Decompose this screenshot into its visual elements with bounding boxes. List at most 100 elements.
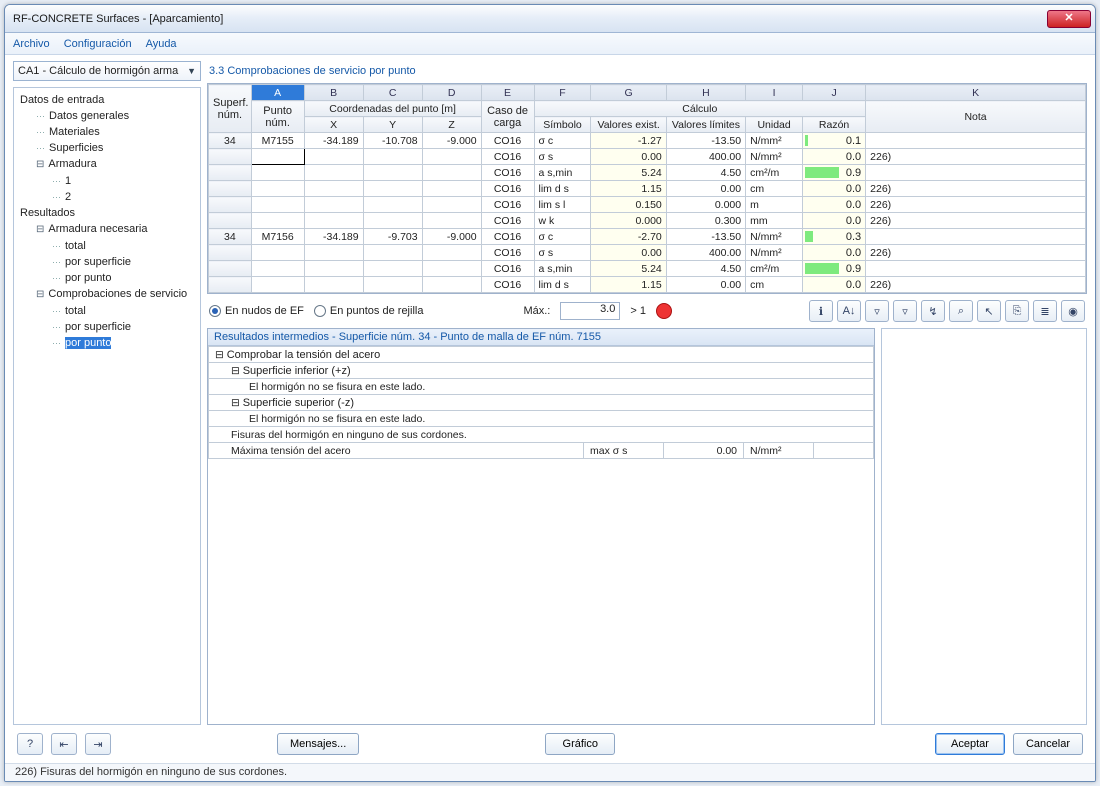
toolbar-icon-9[interactable]: ◉	[1061, 300, 1085, 322]
col-J[interactable]: J	[803, 85, 866, 101]
hdr-simbolo[interactable]: Símbolo	[534, 117, 591, 133]
intermediate-results[interactable]: Resultados intermedios - Superficie núm.…	[207, 328, 875, 725]
preview-pane	[881, 328, 1087, 725]
col-H[interactable]: H	[666, 85, 745, 101]
toolbar-icon-7[interactable]: ⎘	[1005, 300, 1029, 322]
error-icon	[656, 303, 672, 319]
col-K[interactable]: K	[866, 85, 1086, 101]
hdr-y[interactable]: Y	[363, 117, 422, 133]
tree-arm-total[interactable]: total	[16, 238, 198, 254]
toolbar-icon-5[interactable]: ⌕	[949, 300, 973, 322]
next-icon[interactable]: ⇥	[85, 733, 111, 755]
max-value[interactable]: 3.0	[560, 302, 620, 320]
col-A[interactable]: A	[251, 85, 304, 101]
table-row[interactable]: CO16σ s0.00400.00N/mm²0.0226)	[209, 245, 1086, 261]
tree-comp-total[interactable]: total	[16, 303, 198, 319]
max-label: Máx.:	[523, 305, 550, 317]
table-row[interactable]: CO16lim d s1.150.00cm0.0226)	[209, 181, 1086, 197]
toolbar-icon-4[interactable]: ↯	[921, 300, 945, 322]
table-row[interactable]: CO16lim s l0.1500.000m0.0226)	[209, 197, 1086, 213]
aceptar-button[interactable]: Aceptar	[935, 733, 1005, 755]
results-grid[interactable]: Superf. núm. A B C D E F G H I J K	[207, 83, 1087, 294]
toolbar-icon-3[interactable]: ▿	[893, 300, 917, 322]
panel-title: 3.3 Comprobaciones de servicio por punto	[207, 61, 1087, 81]
det-val: 0.00	[664, 443, 744, 459]
toolbar-icon-2[interactable]: ▿	[865, 300, 889, 322]
tree-armadura-1[interactable]: 1	[16, 173, 198, 189]
table-row[interactable]: CO16a s,min5.244.50cm²/m0.9	[209, 261, 1086, 277]
hdr-punto[interactable]: Punto núm.	[251, 101, 304, 133]
col-E[interactable]: E	[481, 85, 534, 101]
hdr-nota[interactable]: Nota	[866, 101, 1086, 133]
radio-ef-nodes[interactable]: En nudos de EF	[209, 305, 304, 317]
tree-entrada[interactable]: Datos de entrada	[16, 92, 198, 108]
table-row[interactable]: CO16lim d s1.150.00cm0.0226)	[209, 277, 1086, 293]
table-row[interactable]: 34M7156-34.189-9.703-9.000CO16σ c-2.70-1…	[209, 229, 1086, 245]
grid-controls: En nudos de EF En puntos de rejilla Máx.…	[207, 294, 1087, 328]
det-l2[interactable]: ⊟ Superficie inferior (+z)	[209, 363, 874, 379]
menu-configuracion[interactable]: Configuración	[64, 38, 132, 50]
intermediate-title: Resultados intermedios - Superficie núm.…	[208, 329, 874, 346]
tree-superficies[interactable]: Superficies	[16, 140, 198, 156]
col-D[interactable]: D	[422, 85, 481, 101]
hdr-coord[interactable]: Coordenadas del punto [m]	[304, 101, 481, 117]
help-icon[interactable]: ?	[17, 733, 43, 755]
det-l6: Fisuras del hormigón en ninguno de sus c…	[209, 427, 874, 443]
col-C[interactable]: C	[363, 85, 422, 101]
hdr-calc[interactable]: Cálculo	[534, 101, 866, 117]
col-B[interactable]: B	[304, 85, 363, 101]
prev-icon[interactable]: ⇤	[51, 733, 77, 755]
tree-armadura-2[interactable]: 2	[16, 189, 198, 205]
tree-generales[interactable]: Datos generales	[16, 108, 198, 124]
det-l7: Máxima tensión del acero	[209, 443, 584, 459]
hdr-exist[interactable]: Valores exist.	[591, 117, 666, 133]
hdr-lim[interactable]: Valores límites	[666, 117, 745, 133]
window-title: RF-CONCRETE Surfaces - [Aparcamiento]	[13, 13, 1047, 25]
toolbar-icon-1[interactable]: A↓	[837, 300, 861, 322]
tree-comp-superficie[interactable]: por superficie	[16, 319, 198, 335]
close-icon[interactable]: ✕	[1047, 10, 1091, 28]
tree-comp-punto[interactable]: por punto	[65, 337, 111, 349]
hdr-caso[interactable]: Caso de carga	[481, 101, 534, 133]
toolbar-icon-6[interactable]: ↖	[977, 300, 1001, 322]
table-row[interactable]: 34M7155-34.189-10.708-9.000CO16σ c-1.27-…	[209, 133, 1086, 149]
bottom-bar: ? ⇤ ⇥ Mensajes... Gráfico Aceptar Cancel…	[5, 725, 1095, 763]
app-window: RF-CONCRETE Surfaces - [Aparcamiento] ✕ …	[4, 4, 1096, 782]
menubar: Archivo Configuración Ayuda	[5, 33, 1095, 55]
tree-arm-punto[interactable]: por punto	[16, 270, 198, 286]
mensajes-button[interactable]: Mensajes...	[277, 733, 359, 755]
det-l4[interactable]: ⊟ Superficie superior (-z)	[209, 395, 874, 411]
toolbar-icon-8[interactable]: ≣	[1033, 300, 1057, 322]
col-G[interactable]: G	[591, 85, 666, 101]
menu-ayuda[interactable]: Ayuda	[146, 38, 177, 50]
det-l1[interactable]: ⊟ Comprobar la tensión del acero	[209, 347, 874, 363]
status-bar: 226) Fisuras del hormigón en ninguno de …	[5, 763, 1095, 781]
hdr-unidad[interactable]: Unidad	[746, 117, 803, 133]
menu-archivo[interactable]: Archivo	[13, 38, 50, 50]
hdr-x[interactable]: X	[304, 117, 363, 133]
table-row[interactable]: CO16w k0.0000.300mm0.0226)	[209, 213, 1086, 229]
hdr-z[interactable]: Z	[422, 117, 481, 133]
det-sym: max σ s	[584, 443, 664, 459]
toolbar-icon-0[interactable]: ℹ	[809, 300, 833, 322]
load-case-combo[interactable]: CA1 - Cálculo de hormigón arma ▼	[13, 61, 201, 81]
table-row[interactable]: CO16a s,min5.244.50cm²/m0.9	[209, 165, 1086, 181]
table-row[interactable]: CO16σ s0.00400.00N/mm²0.0226)	[209, 149, 1086, 165]
combo-value: CA1 - Cálculo de hormigón arma	[18, 65, 178, 77]
tree-arm-superficie[interactable]: por superficie	[16, 254, 198, 270]
tree-resultados[interactable]: Resultados	[16, 205, 198, 221]
chevron-down-icon: ▼	[187, 66, 196, 76]
col-I[interactable]: I	[746, 85, 803, 101]
col-F[interactable]: F	[534, 85, 591, 101]
cancelar-button[interactable]: Cancelar	[1013, 733, 1083, 755]
grafico-button[interactable]: Gráfico	[545, 733, 615, 755]
hdr-superf[interactable]: Superf. núm.	[209, 85, 252, 133]
tree-armadura[interactable]: Armadura	[16, 156, 198, 173]
radio-grid-points[interactable]: En puntos de rejilla	[314, 305, 424, 317]
tree-comprobaciones[interactable]: Comprobaciones de servicio	[16, 286, 198, 303]
titlebar[interactable]: RF-CONCRETE Surfaces - [Aparcamiento] ✕	[5, 5, 1095, 33]
tree-materiales[interactable]: Materiales	[16, 124, 198, 140]
hdr-razon[interactable]: Razón	[803, 117, 866, 133]
tree-arm-necesaria[interactable]: Armadura necesaria	[16, 221, 198, 238]
nav-tree[interactable]: Datos de entrada Datos generales Materia…	[13, 87, 201, 725]
